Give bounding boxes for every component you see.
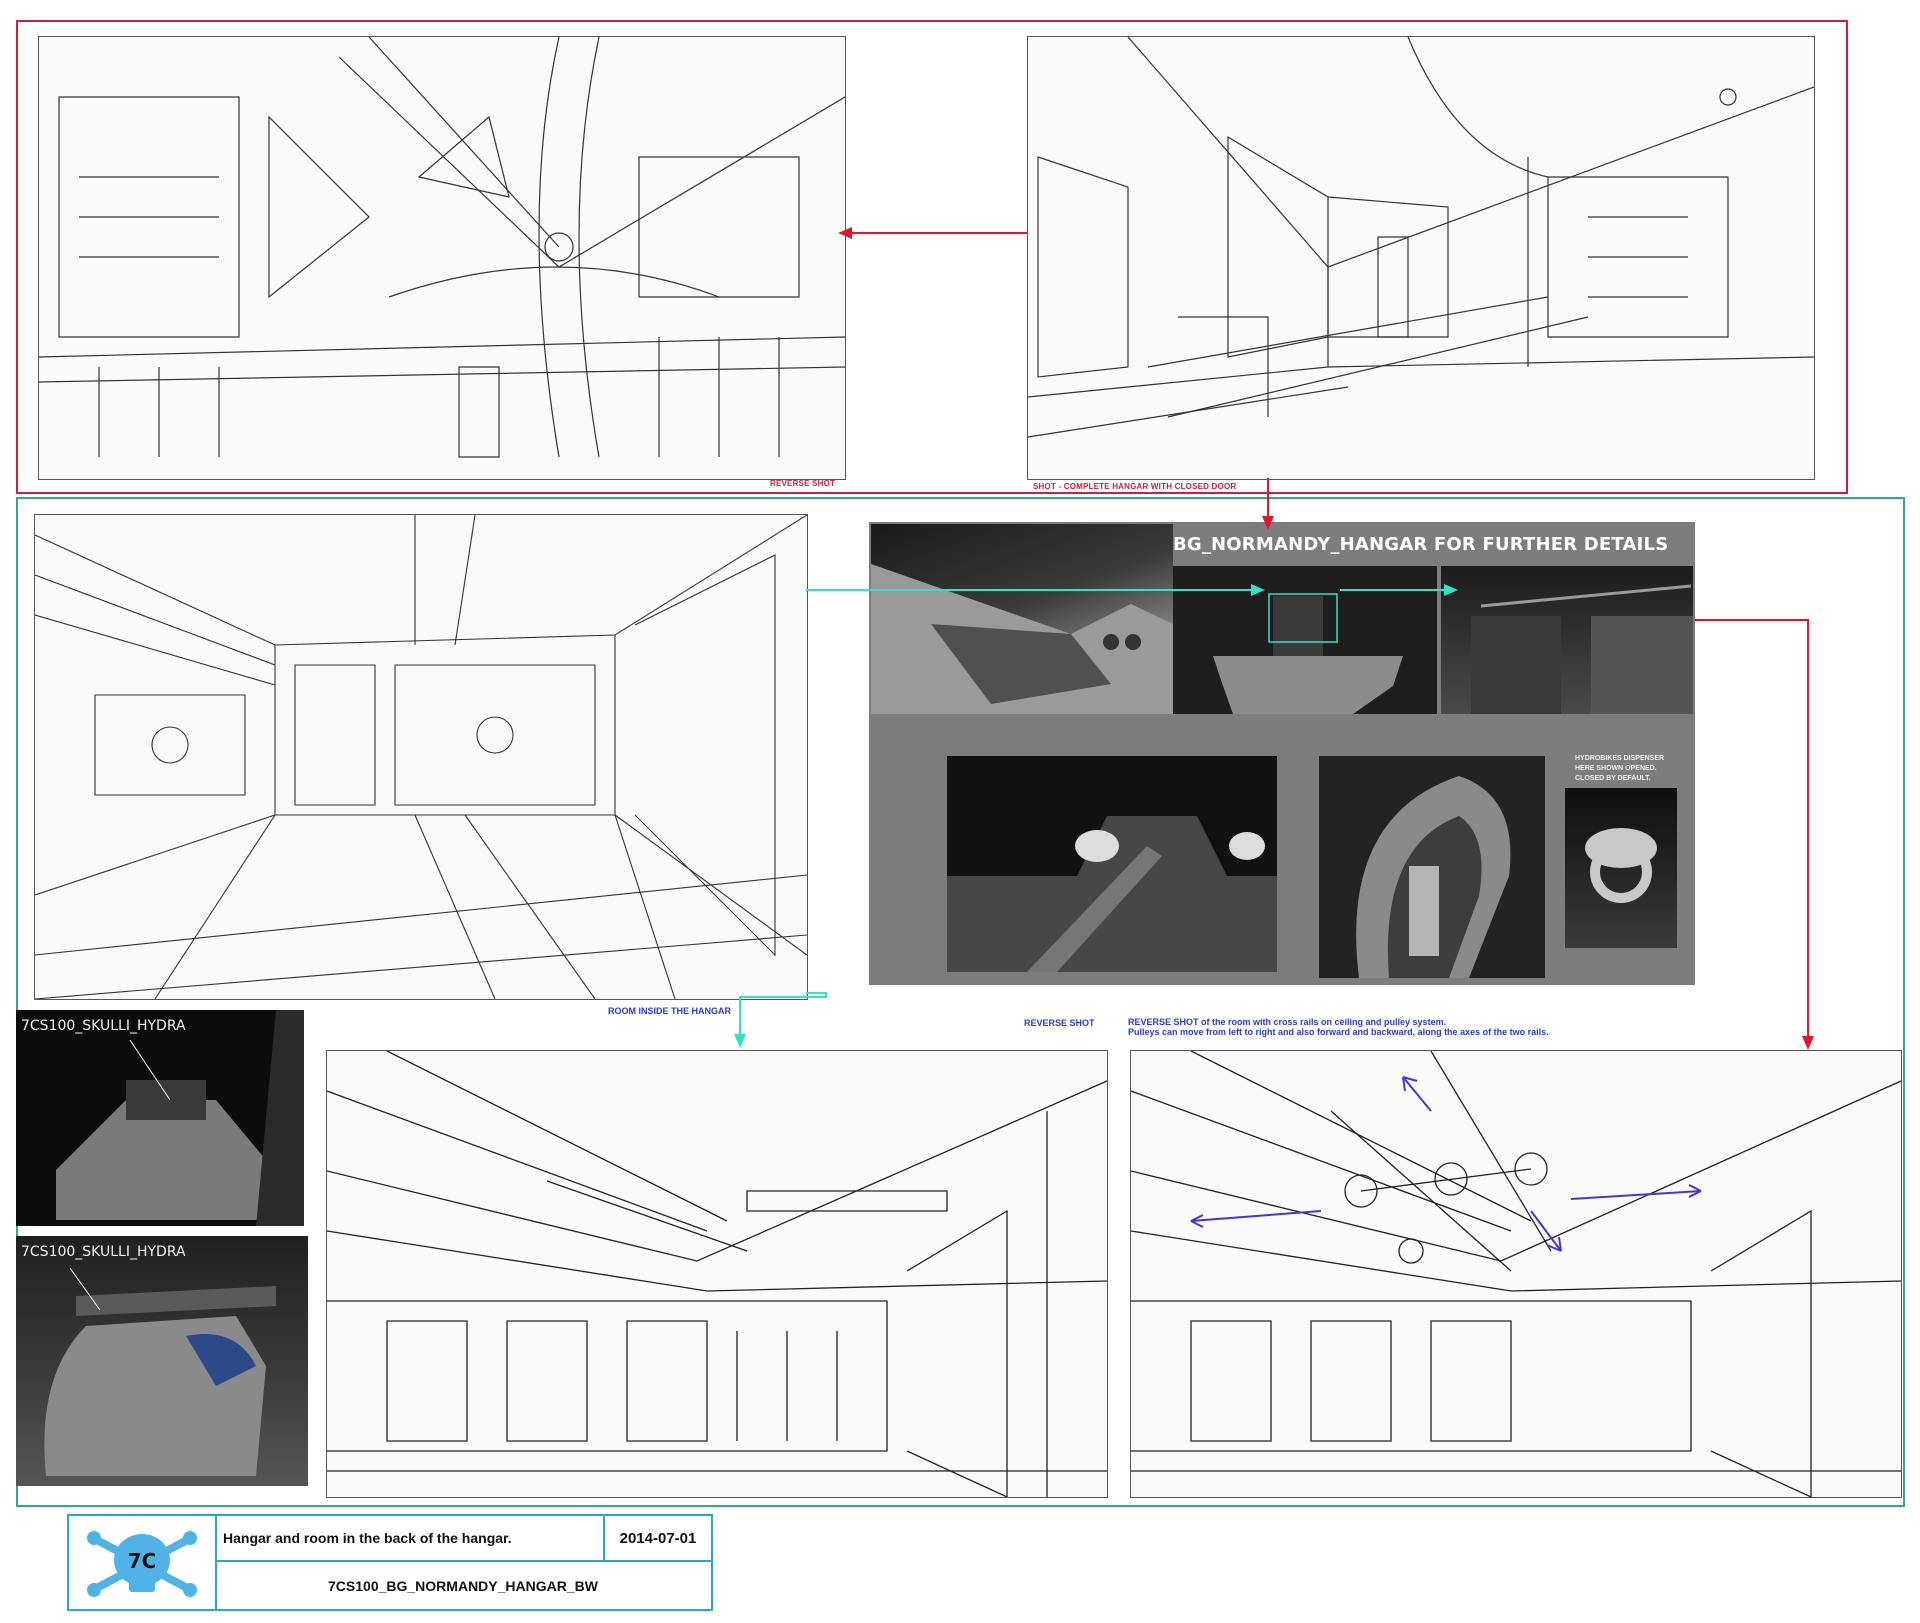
reverse-shot-desc-line1: REVERSE SHOT of the room with cross rail… xyxy=(1128,1017,1447,1027)
line-art-rails-room xyxy=(327,1051,1107,1497)
render-thumb-3 xyxy=(1441,566,1693,714)
render-reference-panel: PLEASE REFER TO 7CS100_BG_NORMANDY_HANGA… xyxy=(869,522,1695,985)
line-art-hangar-shot xyxy=(1028,37,1814,438)
studio-logo: 7C xyxy=(69,1516,217,1609)
sketch-reverse-shot-hangar xyxy=(38,36,846,480)
reverse-shot-desc-line2: Pulleys can move from left to right and … xyxy=(1128,1027,1549,1037)
dispenser-note-line1: HYDROBIKES DISPENSER xyxy=(1575,755,1665,762)
render-shape-3 xyxy=(1471,584,1693,714)
render-thumb-6 xyxy=(1565,788,1677,948)
label-room-inside-hangar: ROOM INSIDE THE HANGAR xyxy=(608,1006,732,1016)
dispenser-note-line3: CLOSED BY DEFAULT. xyxy=(1575,775,1651,782)
render-shape-2 xyxy=(1213,593,1403,714)
label-shot-complete-hangar: SHOT - COMPLETE HANGAR WITH CLOSED DOOR xyxy=(1033,482,1237,491)
reverse-shot-description: REVERSE SHOT of the room with cross rail… xyxy=(1128,1017,1549,1037)
render-thumb-2 xyxy=(1173,566,1437,714)
model-label-2: 7CS100_SKULLI_HYDRA xyxy=(21,1244,186,1260)
sketch-complete-hangar-closed-door xyxy=(1027,36,1815,480)
skull-logo-icon: 7C xyxy=(87,1531,197,1597)
render-thumb-1-caption-a: · xyxy=(941,702,943,707)
model-render-skulli-hydra-bottom: 7CS100_SKULLI_HYDRA xyxy=(16,1236,308,1486)
render-thumb-5 xyxy=(1319,756,1545,978)
dispenser-note-line2: HERE SHOWN OPENED. xyxy=(1575,765,1657,772)
label-reverse-shot-top: REVERSE SHOT xyxy=(770,479,836,488)
line-art-room xyxy=(35,515,807,999)
sketch-reverse-shot-pulley-system xyxy=(1130,1050,1902,1498)
render-shape-4 xyxy=(947,816,1277,972)
model-shape-1 xyxy=(56,1010,304,1226)
line-art-hangar-reverse xyxy=(39,37,845,458)
model-shape-2 xyxy=(44,1286,276,1476)
render-shape-5 xyxy=(1356,776,1511,978)
render-thumb-4 xyxy=(947,756,1277,972)
line-art-pulley-room xyxy=(1131,1051,1901,1497)
model-render-skulli-hydra-top: 7CS100_SKULLI_HYDRA xyxy=(16,1010,304,1226)
label-reverse-shot-mid: REVERSE SHOT xyxy=(1024,1018,1095,1028)
sketch-room-with-cross-rails xyxy=(326,1050,1108,1498)
logo-text: 7C xyxy=(128,1549,157,1573)
sketch-room-inside-hangar xyxy=(34,514,808,1000)
dispenser-note: HYDROBIKES DISPENSER HERE SHOWN OPENED. … xyxy=(1575,754,1664,784)
render-thumb-1: · xyxy=(871,524,1173,714)
title-block: 7C Hangar and room in the back of the ha… xyxy=(67,1514,713,1611)
title-date: 2014-07-01 xyxy=(605,1516,711,1562)
title-description: Hangar and room in the back of the hanga… xyxy=(215,1516,605,1562)
render-shape-6 xyxy=(1585,828,1657,903)
title-filename: 7CS100_BG_NORMANDY_HANGAR_BW xyxy=(328,1577,598,1594)
render-shape-1 xyxy=(871,564,1173,714)
model-label-1: 7CS100_SKULLI_HYDRA xyxy=(21,1018,186,1034)
